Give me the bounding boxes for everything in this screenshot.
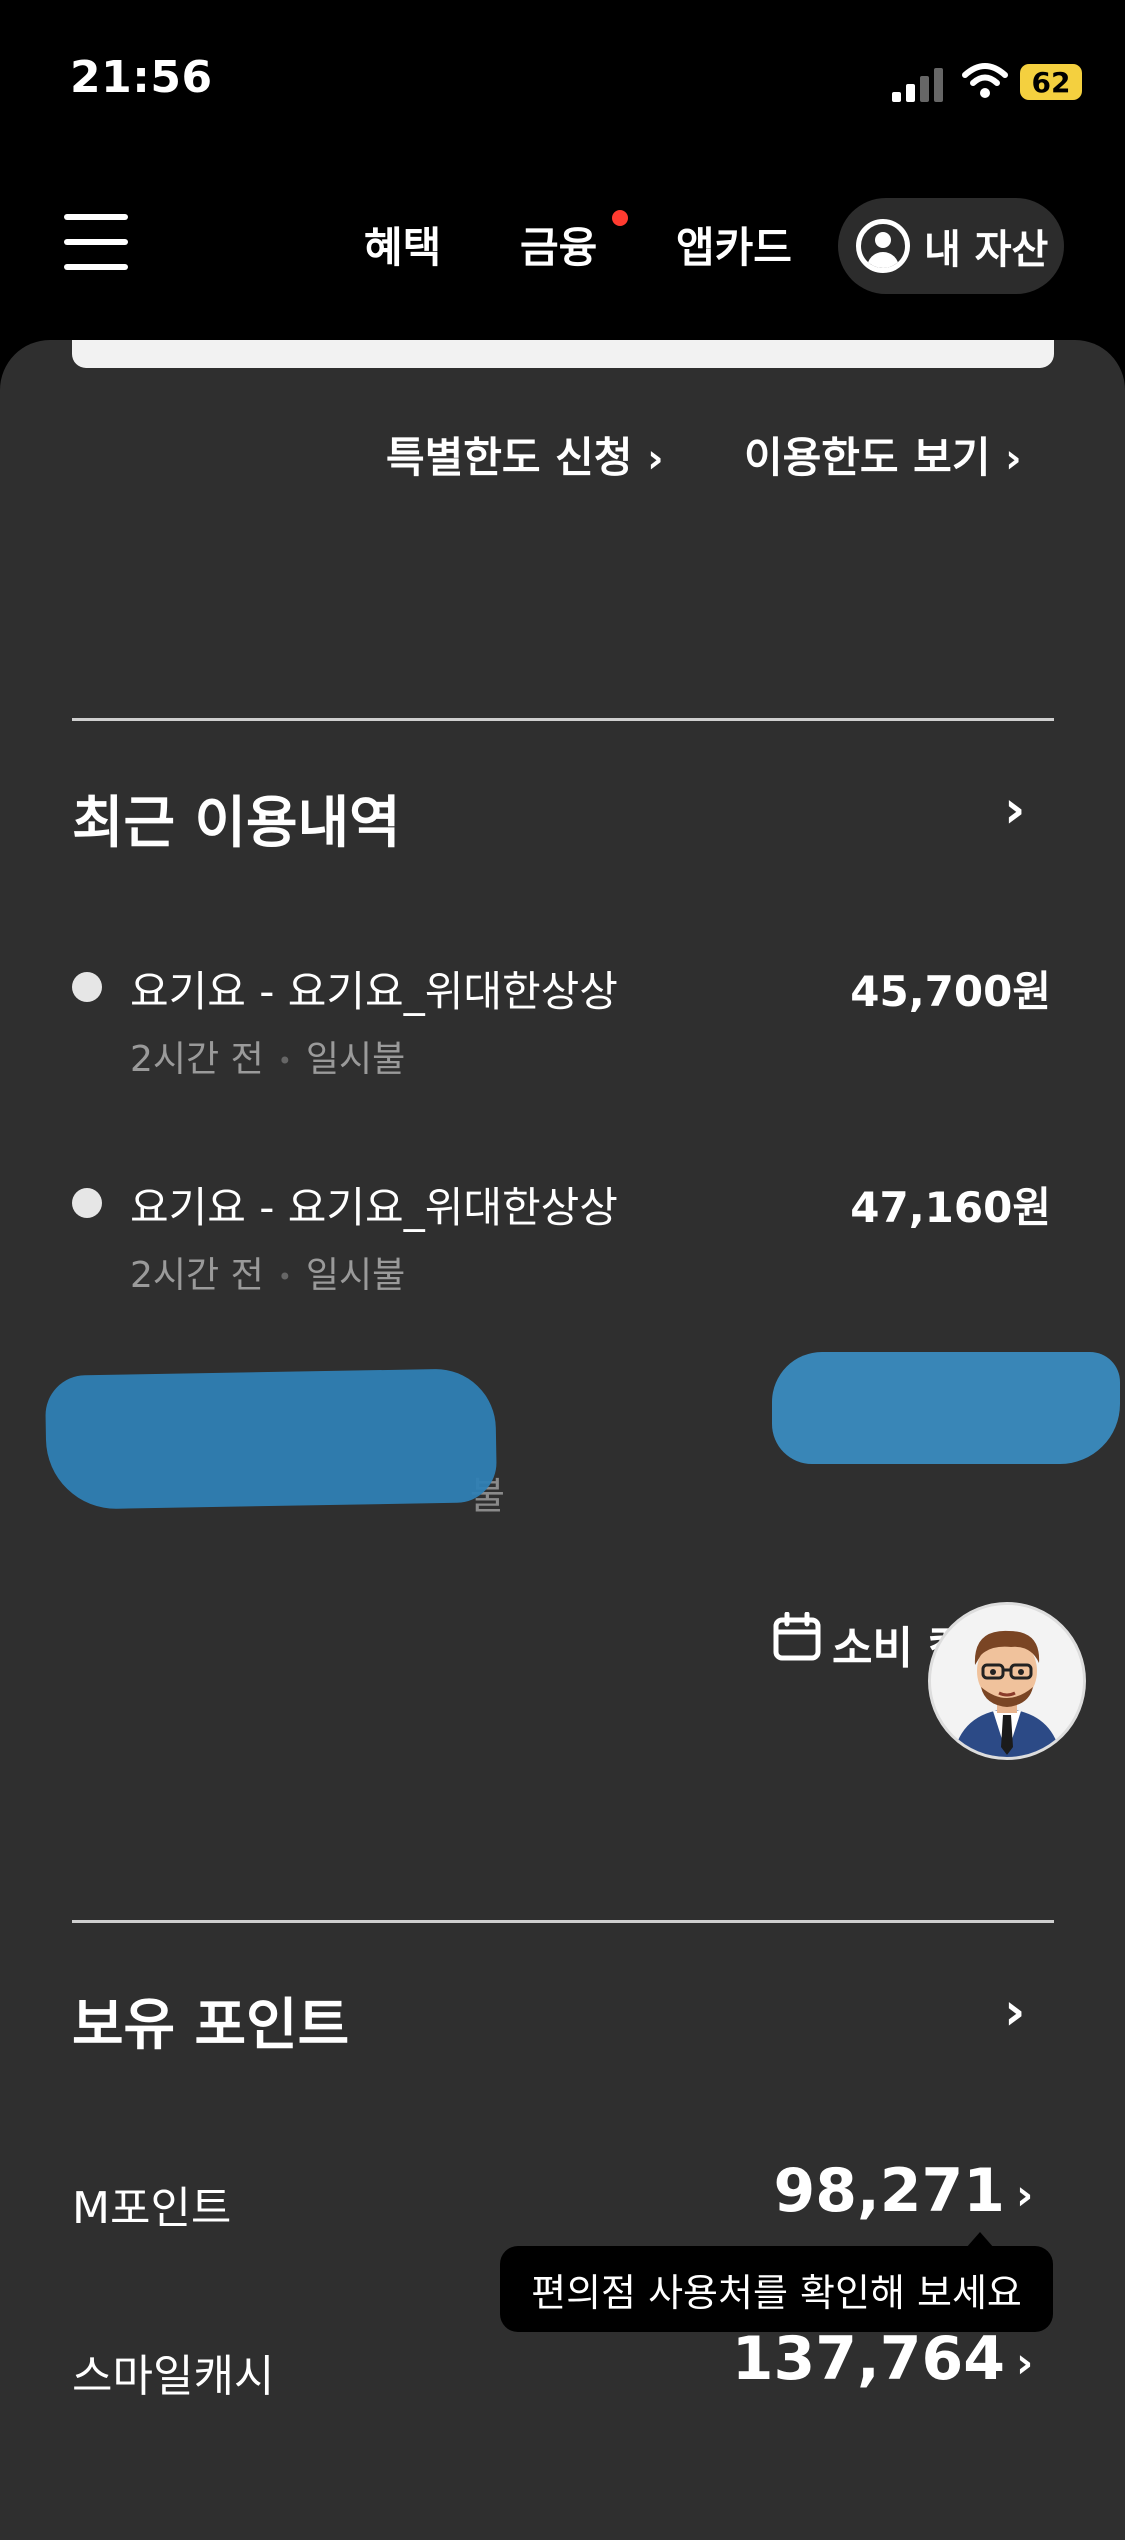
chevron-right-icon: ›	[1005, 436, 1022, 482]
transaction-amount: 47,160원	[850, 1183, 1051, 1232]
transaction-amount: 45,700원	[850, 967, 1051, 1016]
transaction-dot	[72, 972, 102, 1002]
convenience-store-tooltip[interactable]: 편의점 사용처를 확인해 보세요	[500, 2246, 1053, 2332]
transaction-merchant[interactable]: 요기요 - 요기요_위대한상상	[130, 1174, 618, 1235]
user-profile-icon	[856, 219, 910, 273]
cellular-signal-icon	[892, 68, 943, 102]
hamburger-menu-icon[interactable]	[64, 214, 128, 270]
recent-more-chevron-icon[interactable]: ›	[1004, 780, 1025, 840]
chevron-right-icon[interactable]: ›	[1016, 2338, 1033, 2387]
divider	[72, 718, 1054, 721]
divider	[72, 1920, 1054, 1923]
battery-indicator: 62	[1020, 64, 1082, 100]
view-limit-link[interactable]: 이용한도 보기 ›	[744, 424, 1022, 485]
transaction-meta: 2시간 전 • 일시불	[130, 1255, 406, 1296]
cartoon-advisor-icon	[931, 1605, 1083, 1757]
my-assets-label: 내 자산	[924, 227, 1049, 273]
redaction-blob	[772, 1352, 1120, 1464]
transaction-meta: 2시간 전 • 일시불	[130, 1039, 406, 1080]
recent-transactions-title: 최근 이용내역	[72, 791, 401, 856]
redaction-blob	[44, 1368, 498, 1510]
transaction-type: 일시불	[305, 1255, 406, 1296]
special-limit-label: 특별한도 신청	[386, 433, 633, 482]
smile-cash-label: 스마일캐시	[72, 2351, 275, 2402]
status-time: 21:56	[70, 52, 213, 103]
transaction-time: 2시간 전	[130, 1255, 264, 1296]
calendar-icon[interactable]	[772, 1612, 822, 1662]
wifi-icon	[962, 63, 1008, 98]
my-assets-button[interactable]: 내 자산	[838, 198, 1064, 294]
chevron-right-icon: ›	[647, 436, 664, 482]
points-more-chevron-icon[interactable]: ›	[1004, 1982, 1025, 2042]
assistant-avatar-button[interactable]	[928, 1602, 1086, 1760]
nav-benefits[interactable]: 혜택	[364, 214, 441, 275]
chevron-right-icon[interactable]: ›	[1016, 2170, 1033, 2219]
notification-dot	[612, 210, 628, 226]
m-point-value[interactable]: 98,271	[773, 2156, 1005, 2226]
nav-appcard[interactable]: 앱카드	[676, 214, 792, 275]
m-point-label: M포인트	[72, 2183, 232, 2234]
transaction-time: 2시간 전	[130, 1039, 264, 1080]
nav-finance[interactable]: 금융	[520, 214, 597, 275]
transaction-dot	[72, 1188, 102, 1218]
view-limit-label: 이용한도 보기	[744, 433, 991, 482]
transaction-type: 일시불	[305, 1039, 406, 1080]
card-strip	[72, 340, 1054, 368]
special-limit-link[interactable]: 특별한도 신청 ›	[386, 424, 664, 485]
points-title: 보유 포인트	[72, 1993, 350, 2058]
transaction-merchant[interactable]: 요기요 - 요기요_위대한상상	[130, 958, 618, 1019]
smile-cash-value[interactable]: 137,764	[732, 2324, 1005, 2394]
